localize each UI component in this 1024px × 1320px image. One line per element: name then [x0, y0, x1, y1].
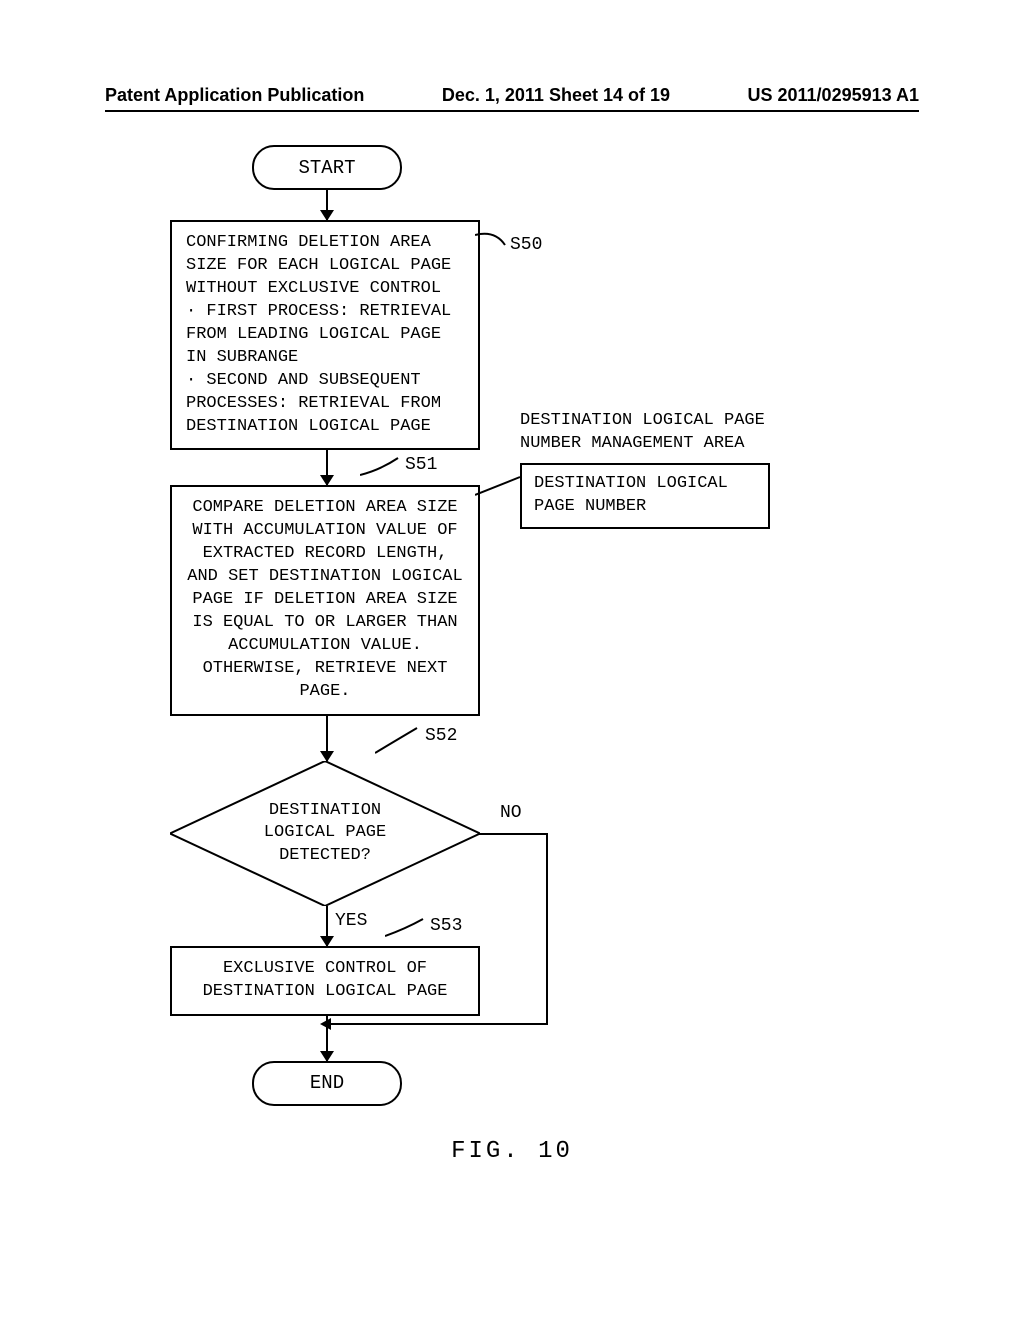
no-label: NO — [500, 803, 522, 823]
s52-diamond: DESTINATION LOGICAL PAGE DETECTED? — [170, 761, 480, 906]
start-label: START — [298, 157, 355, 179]
arrow-5-line — [326, 1016, 328, 1036]
s50-box: CONFIRMING DELETION AREA SIZE FOR EACH L… — [170, 220, 480, 450]
annotation-title: DESTINATION LOGICAL PAGE NUMBER MANAGEME… — [520, 410, 810, 456]
arrow-4 — [326, 906, 328, 946]
s50-connector — [475, 220, 520, 250]
end-terminal: END — [252, 1061, 402, 1106]
s53-box: EXCLUSIVE CONTROL OF DESTINATION LOGICAL… — [170, 946, 480, 1016]
s53-connector — [385, 911, 430, 941]
end-label: END — [310, 1072, 344, 1094]
no-path-horizontal — [478, 833, 548, 835]
s52-label: S52 — [425, 726, 457, 746]
s53-label: S53 — [430, 916, 462, 936]
s51-label: S51 — [405, 455, 437, 475]
arrow-3 — [326, 716, 328, 761]
header-center: Dec. 1, 2011 Sheet 14 of 19 — [442, 85, 670, 106]
s52-connector — [375, 723, 425, 758]
arrow-1 — [326, 190, 328, 220]
s51-box: COMPARE DELETION AREA SIZE WITH ACCUMULA… — [170, 485, 480, 715]
annotation-box: DESTINATION LOGICAL PAGE NUMBER — [520, 463, 770, 529]
flowchart-container: START CONFIRMING DELETION AREA SIZE FOR … — [170, 145, 870, 1106]
start-terminal: START — [252, 145, 402, 190]
header-divider — [105, 110, 919, 112]
header-left: Patent Application Publication — [105, 85, 364, 106]
arrow-5 — [326, 1036, 328, 1061]
figure-label: FIG. 10 — [451, 1138, 573, 1165]
annotation-connector — [475, 465, 525, 515]
no-path-vertical — [546, 833, 548, 1025]
arrow-2 — [326, 450, 328, 485]
no-path-bottom — [328, 1023, 548, 1025]
yes-label: YES — [335, 911, 367, 931]
s52-text: DESTINATION LOGICAL PAGE DETECTED? — [264, 800, 386, 866]
header-right: US 2011/0295913 A1 — [748, 85, 919, 106]
s51-connector — [360, 450, 405, 480]
